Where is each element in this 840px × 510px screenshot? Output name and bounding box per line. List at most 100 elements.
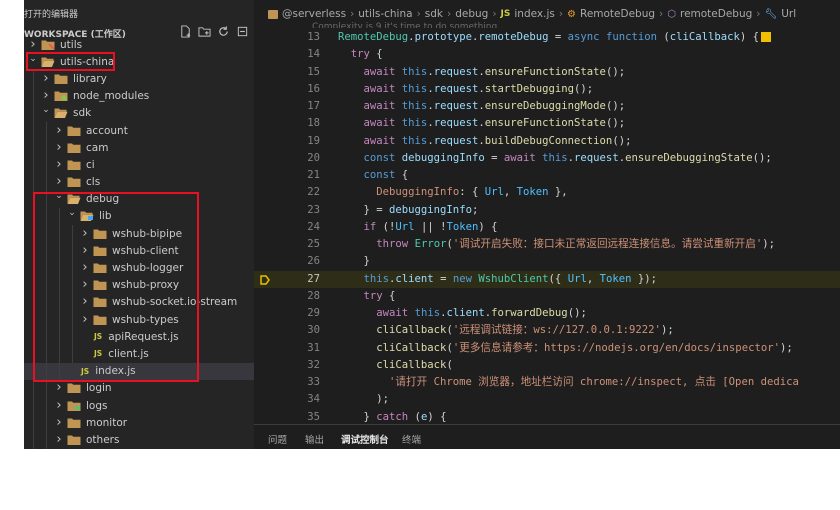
tree-folder-item[interactable]: › node_modules <box>24 87 254 105</box>
breadcrumb-item[interactable]: RemoteDebug <box>580 8 655 20</box>
code-line[interactable]: 23 } = debuggingInfo; <box>254 202 840 219</box>
code-text: } <box>338 255 370 268</box>
tree-folder-item[interactable]: › monitor <box>24 414 254 432</box>
code-line[interactable]: 17 await this.request.ensureDebuggingMod… <box>254 98 840 115</box>
code-line[interactable]: 16 await this.request.startDebugging(); <box>254 81 840 98</box>
code-line[interactable]: 34 ); <box>254 391 840 408</box>
breadcrumb-item[interactable]: Url <box>781 8 796 20</box>
line-number: 27 <box>307 272 320 285</box>
breadcrumb-item[interactable]: debug <box>455 8 488 20</box>
tree-folder-item[interactable]: › ci <box>24 156 254 174</box>
tree-folder-item[interactable]: ⌄ sdk <box>24 104 254 122</box>
code-text: const { <box>363 169 409 181</box>
chevron-right-icon[interactable]: › <box>54 416 64 429</box>
code-editor: @serverless › utils-china › sdk › debug … <box>254 0 840 449</box>
tree-folder-item[interactable]: › library <box>24 70 254 88</box>
tree-folder-item[interactable]: › logs <box>24 396 254 415</box>
bottom-panel: 问题 输出 调试控制台 终端 <box>254 424 840 449</box>
code-line[interactable]: 24 if (!Url || !Token) { <box>254 219 840 236</box>
breadcrumb-item[interactable]: @serverless <box>282 8 346 20</box>
codelens-hint: Complexity is 9 it's time to do somethin… <box>312 22 506 28</box>
line-number: 31 <box>307 341 320 354</box>
chevron-right-icon: › <box>558 8 564 20</box>
line-number: 21 <box>307 169 320 181</box>
code-line[interactable]: 21 const { <box>254 167 840 184</box>
tree-folder-item[interactable]: › utils <box>24 36 254 53</box>
line-number: 19 <box>307 134 320 147</box>
chevron-right-icon[interactable]: › <box>54 381 64 394</box>
breadcrumb-item[interactable]: index.js <box>514 8 554 20</box>
code-text: try { <box>363 289 396 302</box>
code-text: await this.request.startDebugging(); <box>363 82 594 95</box>
code-line[interactable]: 20 const debuggingInfo = await this.requ… <box>254 150 840 167</box>
code-line[interactable]: 13 RemoteDebug.prototype.remoteDebug = as… <box>254 29 840 46</box>
code-line[interactable]: 22 DebuggingInfo: { Url, Token }, <box>254 184 840 201</box>
code-text: if (!Url || !Token) { <box>363 220 498 233</box>
chevron-right-icon: › <box>416 8 421 20</box>
code-text: await this.request.ensureDebuggingMode()… <box>363 100 626 112</box>
line-number: 30 <box>307 324 320 337</box>
code-text: cliCallback('远程调试链接：ws://127.0.0.1:9222'… <box>376 324 674 337</box>
chevron-down-icon[interactable]: ⌄ <box>41 106 51 118</box>
property-symbol-icon: 🔧︎ <box>764 8 778 20</box>
utils-china-highlight-box <box>26 52 115 71</box>
breadcrumb-item[interactable]: remoteDebug <box>680 8 752 20</box>
code-lines[interactable]: 13 RemoteDebug.prototype.remoteDebug = as… <box>254 29 840 426</box>
tools-folder-icon <box>41 39 55 51</box>
tab-output[interactable]: 输出 <box>305 432 324 446</box>
code-line[interactable]: 27 this.client = new WshubClient({ Url, … <box>254 270 840 288</box>
breadcrumb-item[interactable]: utils-china <box>358 8 412 20</box>
code-line[interactable]: 15 await this.request.ensureFunctionStat… <box>254 64 840 81</box>
code-line[interactable]: 33 '请打开 Chrome 浏览器，地址栏访问 chrome://inspec… <box>254 374 840 391</box>
open-editors-title[interactable]: 打开的编辑器 <box>24 7 78 20</box>
tab-terminal[interactable]: 终端 <box>402 432 421 446</box>
chevron-right-icon[interactable]: › <box>54 124 64 137</box>
tree-folder-item[interactable]: › cls <box>24 173 254 191</box>
indent-guide <box>46 414 47 432</box>
code-line[interactable]: 14 try { <box>254 46 840 63</box>
indent-guide <box>33 396 34 415</box>
breadcrumb-item[interactable]: sdk <box>425 8 443 20</box>
indent-guide <box>46 431 47 449</box>
line-number: 26 <box>307 255 320 268</box>
code-line[interactable]: 31 cliCallback('更多信息请参考：https://nodejs.o… <box>254 340 840 357</box>
code-line[interactable]: 32 cliCallback( <box>254 357 840 374</box>
code-line[interactable]: 29 await this.client.forwardDebug(); <box>254 305 840 322</box>
chevron-right-icon[interactable]: › <box>54 433 64 446</box>
tree-item-label: utils <box>60 38 83 51</box>
line-number: 13 <box>307 31 320 43</box>
indent-guide <box>33 156 34 174</box>
chevron-right-icon[interactable]: › <box>54 141 64 154</box>
tree-item-label: sdk <box>73 107 92 120</box>
code-text: throw Error('调试开启失败：接口未正常返回远程连接信息。请尝试重新开… <box>376 238 775 250</box>
indent-guide <box>33 379 34 397</box>
line-number: 18 <box>307 117 320 130</box>
chevron-right-icon: › <box>492 8 497 20</box>
tree-folder-item[interactable]: › account <box>24 121 254 140</box>
node-folder-icon <box>54 90 68 102</box>
tab-debug-console[interactable]: 调试控制台 <box>341 432 389 446</box>
tree-folder-item[interactable]: › others <box>24 431 254 449</box>
indent-guide <box>46 396 47 415</box>
chevron-right-icon[interactable]: › <box>54 158 64 171</box>
code-line[interactable]: 28 try { <box>254 288 840 305</box>
code-text: RemoteDebug.prototype.remoteDebug = asyn… <box>338 29 772 46</box>
code-line[interactable]: 18 await this.request.ensureFunctionStat… <box>254 115 840 132</box>
code-line[interactable]: 30 cliCallback('远程调试链接：ws://127.0.0.1:92… <box>254 322 840 339</box>
code-line[interactable]: 25 throw Error('调试开启失败：接口未正常返回远程连接信息。请尝试… <box>254 236 840 253</box>
tree-folder-item[interactable]: › login <box>24 379 254 397</box>
chevron-right-icon[interactable]: › <box>28 38 38 51</box>
chevron-right-icon[interactable]: › <box>54 175 64 188</box>
indent-guide <box>46 173 47 191</box>
indent-guide <box>33 87 34 105</box>
code-line[interactable]: 26 } <box>254 253 840 270</box>
code-line[interactable]: 19 await this.request.buildDebugConnecti… <box>254 133 840 150</box>
chevron-right-icon[interactable]: › <box>41 89 51 102</box>
tree-folder-item[interactable]: › cam <box>24 139 254 157</box>
folder-icon <box>67 125 81 137</box>
chevron-right-icon[interactable]: › <box>41 72 51 85</box>
folder-icon <box>67 417 81 429</box>
chevron-right-icon[interactable]: › <box>54 399 64 412</box>
tab-problems[interactable]: 问题 <box>268 432 287 446</box>
breakpoint-arrow-icon[interactable] <box>260 274 270 285</box>
